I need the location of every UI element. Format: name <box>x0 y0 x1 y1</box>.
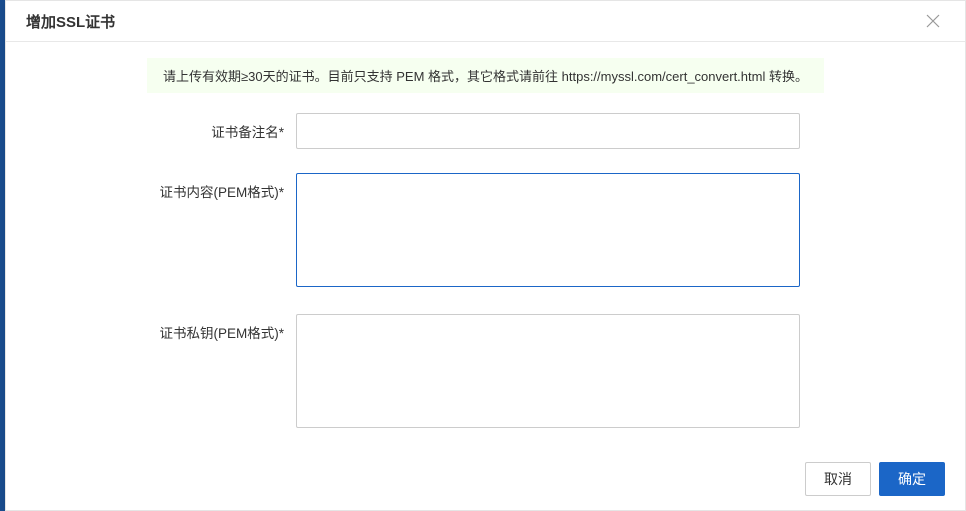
cert-content-label: 证书内容(PEM格式)* <box>26 173 296 201</box>
close-icon[interactable] <box>921 9 945 33</box>
cert-private-key-label: 证书私钥(PEM格式)* <box>26 314 296 342</box>
cancel-button[interactable]: 取消 <box>805 462 871 496</box>
cert-name-input[interactable] <box>296 113 800 149</box>
close-icon-svg <box>926 14 940 28</box>
cert-name-label: 证书备注名* <box>26 113 296 141</box>
modal-body: 请上传有效期≥30天的证书。目前只支持 PEM 格式，其它格式请前往 https… <box>6 42 965 450</box>
modal-header: 增加SSL证书 <box>6 1 965 42</box>
modal-footer: 取消 确定 <box>6 450 965 510</box>
cert-content-wrap <box>296 173 800 290</box>
cert-name-wrap <box>296 113 800 149</box>
info-banner: 请上传有效期≥30天的证书。目前只支持 PEM 格式，其它格式请前往 https… <box>147 58 824 93</box>
modal-title: 增加SSL证书 <box>26 11 115 32</box>
cert-private-key-wrap <box>296 314 800 431</box>
form-row-cert-content: 证书内容(PEM格式)* <box>26 173 945 290</box>
cert-content-textarea[interactable] <box>296 173 800 287</box>
form-row-cert-private-key: 证书私钥(PEM格式)* <box>26 314 945 431</box>
cert-private-key-textarea[interactable] <box>296 314 800 428</box>
confirm-button[interactable]: 确定 <box>879 462 945 496</box>
form-row-cert-name: 证书备注名* <box>26 113 945 149</box>
add-ssl-cert-modal: 增加SSL证书 请上传有效期≥30天的证书。目前只支持 PEM 格式，其它格式请… <box>5 0 966 511</box>
